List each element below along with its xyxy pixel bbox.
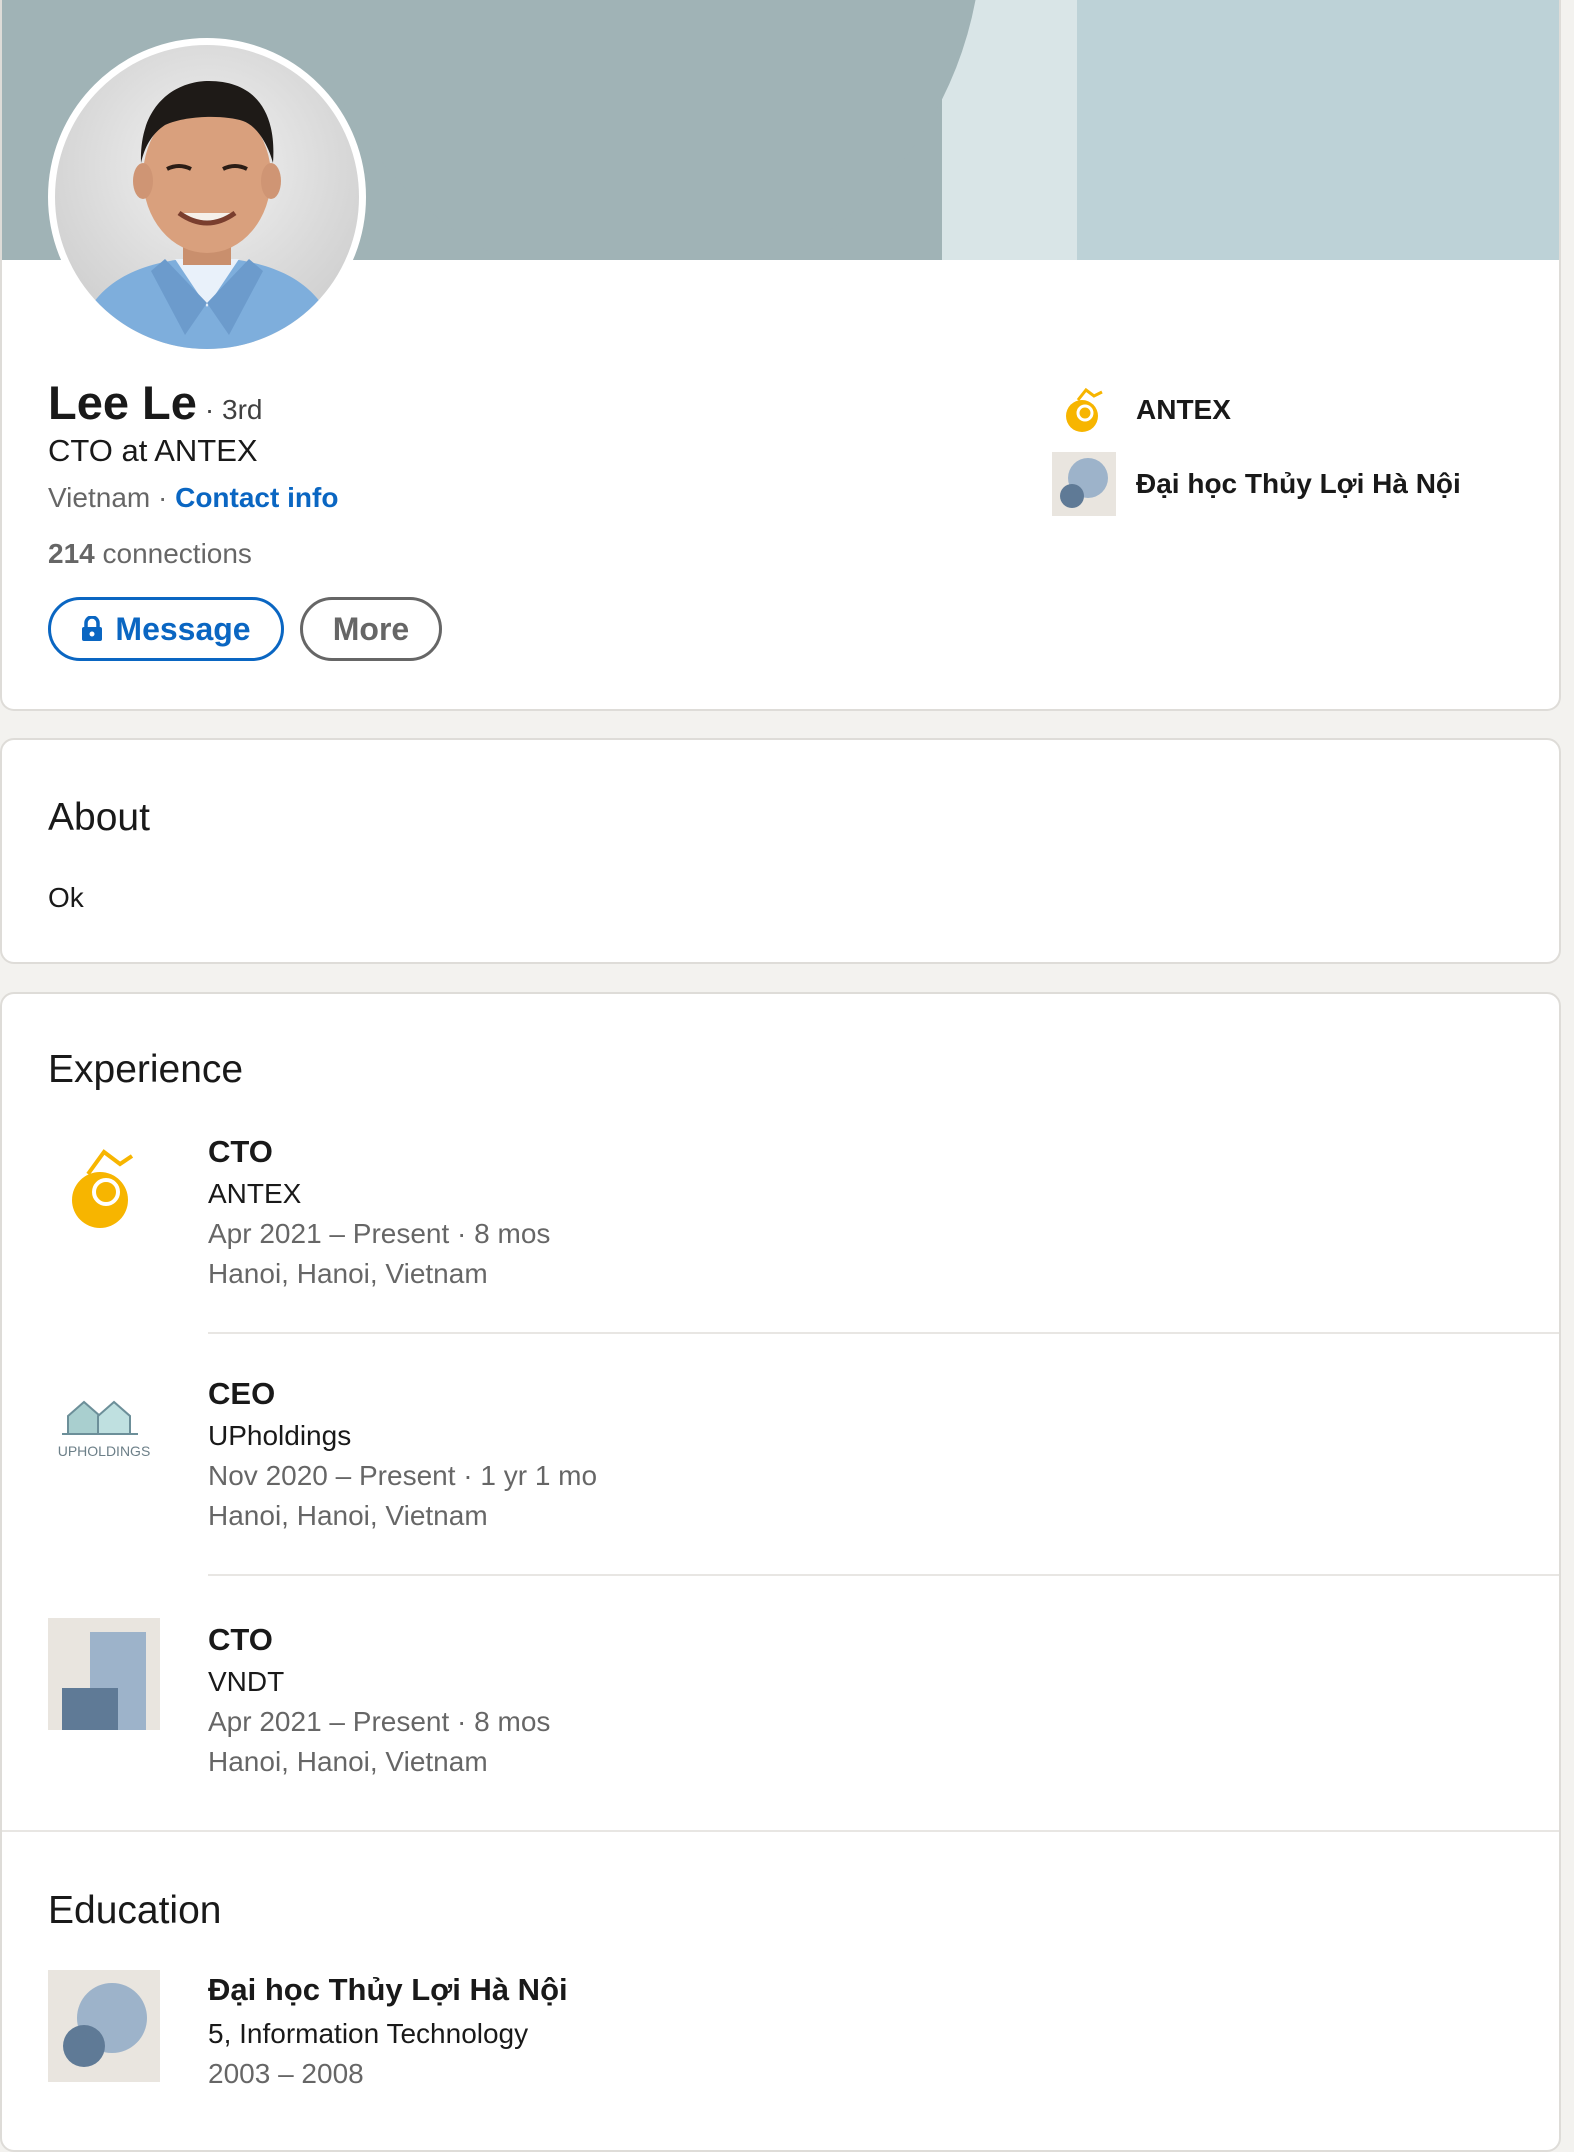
affiliation-school-label: Đại học Thủy Lợi Hà Nội [1136,468,1461,499]
connection-degree: · 3rd [204,394,263,425]
experience-company: ANTEX [208,1178,302,1209]
about-title: About [48,796,150,839]
experience-role: CEO [208,1376,276,1411]
profile-location: Vietnam · [48,482,168,513]
affiliation-antex[interactable]: ANTEX [1052,378,1231,442]
about-card: About Ok [0,738,1561,964]
upholdings-logo-icon: UPHOLDINGS [48,1376,160,1488]
affiliation-school[interactable]: Đại học Thủy Lợi Hà Nội [1052,452,1461,516]
profile-name: Lee Le [48,376,197,429]
experience-title: Experience [48,1048,244,1091]
profile-top-card: Lee Le · 3rd CTO at ANTEX Vietnam · Cont… [0,0,1561,711]
education-school: Đại học Thủy Lợi Hà Nội [208,1972,568,2007]
education-degree: 5, Information Technology [208,2018,529,2049]
profile-name-row: Lee Le · 3rd [48,375,262,430]
experience-dates: Nov 2020 – Present · 1 yr 1 mo [208,1460,598,1491]
connections-number: 214 [48,538,95,569]
experience-company: VNDT [208,1666,285,1697]
antex-logo-icon [48,1134,160,1246]
connections-label: connections [102,538,252,569]
school-logo-icon [48,1970,160,2082]
experience-location: Hanoi, Hanoi, Vietnam [208,1746,488,1777]
location-row: Vietnam · Contact info [48,482,338,514]
education-title: Education [48,1889,222,1932]
about-text: Ok [48,882,84,913]
antex-logo-icon [1052,378,1116,442]
experience-location: Hanoi, Hanoi, Vietnam [208,1258,488,1289]
svg-text:UPHOLDINGS: UPHOLDINGS [58,1443,151,1459]
divider [208,1332,1559,1334]
person-photo-icon [75,81,339,349]
company-placeholder-logo-icon [48,1618,160,1730]
experience-location: Hanoi, Hanoi, Vietnam [208,1500,488,1531]
profile-photo-avatar[interactable] [48,38,366,356]
experience-dates: Apr 2021 – Present · 8 mos [208,1218,551,1249]
experience-company: UPholdings [208,1420,352,1451]
connections-count[interactable]: 214 connections [48,538,252,570]
contact-info-link[interactable]: Contact info [175,482,338,513]
more-button-label: More [332,610,410,647]
experience-card: Experience CTO ANTEX Apr 2021 – Present … [0,992,1561,2152]
affiliation-antex-label: ANTEX [1136,394,1231,425]
experience-role: CTO [208,1622,273,1657]
lock-icon [81,616,103,642]
message-button-label: Message [115,610,251,647]
section-divider [2,1830,1559,1832]
experience-dates: Apr 2021 – Present · 8 mos [208,1706,551,1737]
experience-role: CTO [208,1134,273,1169]
more-button[interactable]: More [300,597,442,661]
education-years: 2003 – 2008 [208,2058,364,2089]
divider [208,1574,1559,1576]
profile-headline: CTO at ANTEX [48,433,258,468]
school-logo-icon [1052,452,1116,516]
message-button[interactable]: Message [48,597,284,661]
